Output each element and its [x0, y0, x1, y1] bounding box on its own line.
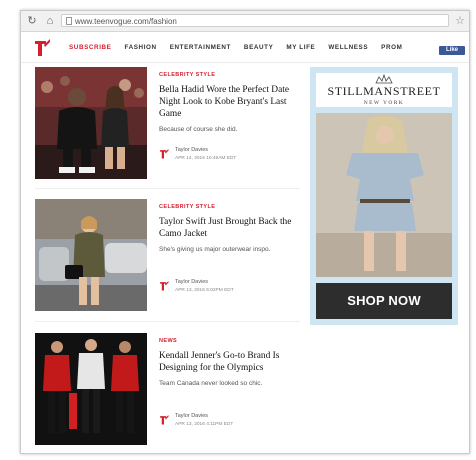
article-card[interactable]: CELEBRITY STYLE Bella Hadid Wore the Per…	[35, 67, 300, 183]
ad-brand-city: NEW YORK	[363, 100, 405, 106]
nav-beauty[interactable]: BEAUTY	[244, 44, 274, 51]
teen-vogue-logo[interactable]	[33, 38, 51, 58]
url-text: www.teenvogue.com/fashion	[75, 17, 177, 26]
advertisement-banner[interactable]: STILLMANSTREET NEW YORK SHOP NOW	[310, 67, 458, 325]
article-headline[interactable]: Taylor Swift Just Brought Back the Camo …	[159, 216, 299, 240]
article-card[interactable]: CELEBRITY STYLE Taylor Swift Just Brough…	[35, 199, 300, 315]
article-divider	[35, 188, 300, 189]
reload-icon[interactable]: ↻	[25, 14, 39, 28]
article-kicker[interactable]: NEWS	[159, 338, 299, 344]
ad-crest-icon	[375, 74, 393, 84]
article-author[interactable]: Taylor Davies	[175, 279, 208, 285]
browser-window: ↻ ⌂ www.teenvogue.com/fashion ☆ SUBSCRIB…	[20, 10, 470, 454]
article-dek: Because of course she did.	[159, 126, 238, 133]
article-headline[interactable]: Bella Hadid Wore the Perfect Date Night …	[159, 84, 299, 120]
article-card[interactable]: NEWS Kendall Jenner's Go-to Brand Is Des…	[35, 333, 300, 449]
bookmark-star-icon[interactable]: ☆	[455, 14, 465, 27]
site-navigation: SUBSCRIBE FASHION ENTERTAINMENT BEAUTY M…	[21, 32, 469, 63]
article-byline: Taylor Davies APR 13, 2016 5:02PM EDT	[159, 277, 299, 299]
article-author[interactable]: Taylor Davies	[175, 413, 208, 419]
nav-prom[interactable]: PROM	[381, 44, 402, 51]
author-logo-icon	[160, 415, 169, 425]
browser-toolbar: ↻ ⌂ www.teenvogue.com/fashion ☆	[21, 11, 469, 32]
ad-header: STILLMANSTREET NEW YORK	[316, 73, 452, 107]
article-byline: Taylor Davies APR 14, 2016 10:49AM EDT	[159, 145, 299, 167]
article-divider	[35, 321, 300, 322]
ad-shop-now-button[interactable]: SHOP NOW	[316, 283, 452, 319]
page-icon	[66, 17, 72, 25]
author-logo-icon	[160, 149, 169, 159]
nav-subscribe[interactable]: SUBSCRIBE	[69, 44, 112, 51]
article-author[interactable]: Taylor Davies	[175, 147, 208, 153]
address-bar[interactable]: www.teenvogue.com/fashion	[61, 14, 449, 27]
article-byline: Taylor Davies APR 13, 2016 4:11PM EDT	[159, 411, 299, 433]
ad-brand-name: STILLMANSTREET	[327, 84, 441, 98]
nav-wellness[interactable]: WELLNESS	[328, 44, 368, 51]
article-date: APR 13, 2016 5:02PM EDT	[175, 288, 234, 293]
nav-entertainment[interactable]: ENTERTAINMENT	[170, 44, 231, 51]
article-thumbnail-courtside[interactable]	[35, 67, 147, 179]
fb-like-label: Like	[445, 47, 458, 53]
article-date: APR 14, 2016 10:49AM EDT	[175, 156, 237, 161]
home-icon[interactable]: ⌂	[43, 14, 57, 28]
article-kicker[interactable]: CELEBRITY STYLE	[159, 204, 299, 210]
nav-my-life[interactable]: MY LIFE	[286, 44, 315, 51]
article-thumbnail-olympics[interactable]	[35, 333, 147, 445]
ad-product-photo[interactable]	[316, 113, 452, 277]
facebook-like-button[interactable]: Like	[439, 46, 465, 55]
article-thumbnail-street[interactable]	[35, 199, 147, 311]
article-kicker[interactable]: CELEBRITY STYLE	[159, 72, 299, 78]
article-date: APR 13, 2016 4:11PM EDT	[175, 422, 234, 427]
article-dek: She's giving us major outerwear inspo.	[159, 246, 271, 253]
author-logo-icon	[160, 281, 169, 291]
article-headline[interactable]: Kendall Jenner's Go-to Brand Is Designin…	[159, 350, 299, 374]
nav-fashion[interactable]: FASHION	[125, 44, 157, 51]
article-dek: Team Canada never looked so chic.	[159, 380, 263, 387]
